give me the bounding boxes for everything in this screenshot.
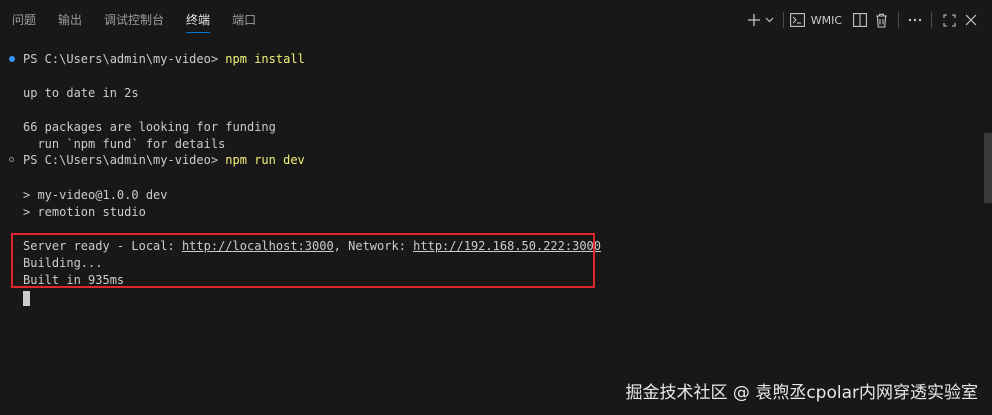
terminal-output[interactable]: PS C:\Users\admin\my-video> npm install … [0,44,992,415]
terminal-icon[interactable] [790,9,806,31]
panel-tabs: 问题 输出 调试控制台 终端 端口 [12,0,278,40]
terminal-line: Building... [23,256,103,270]
chevron-down-icon[interactable] [763,9,777,31]
more-icon[interactable] [905,9,925,31]
command-text: npm run dev [225,153,305,167]
tab-problems[interactable]: 问题 [12,0,36,40]
terminal-line: Server ready - Local: http://localhost:3… [23,238,601,255]
maximize-icon[interactable] [938,9,960,31]
terminal-cursor [23,291,30,306]
divider [931,12,932,28]
divider [782,12,784,28]
panel-actions: WMIC [745,0,982,40]
terminal-line: Built in 935ms [23,273,125,287]
terminal-line: run `npm fund` for details [23,137,226,151]
prompt: PS C:\Users\admin\my-video> [23,52,226,66]
close-icon[interactable] [960,9,982,31]
scrollbar[interactable] [978,44,992,415]
split-icon[interactable] [850,9,870,31]
trash-icon[interactable] [870,9,892,31]
plus-icon[interactable] [745,9,763,31]
command-running-icon[interactable] [9,157,14,162]
command-text: npm install [225,52,305,66]
terminal-line: up to date in 2s [23,86,139,100]
terminal-line: > remotion studio [23,205,146,219]
network-label: , Network: [333,239,414,253]
terminal-line: > my-video@1.0.0 dev [23,188,168,202]
server-ready-text: Server ready - Local: [23,239,182,253]
tab-debug-console[interactable]: 调试控制台 [104,0,164,40]
local-url-link[interactable]: http://localhost:3000 [182,239,334,253]
scrollbar-thumb[interactable] [984,133,992,203]
tab-terminal[interactable]: 终端 [186,0,211,40]
tab-ports[interactable]: 端口 [232,0,256,40]
tab-output[interactable]: 输出 [58,0,82,40]
network-url-link[interactable]: http://192.168.50.222:3000 [413,239,601,253]
panel-header: 问题 输出 调试控制台 终端 端口 WMIC [0,0,992,40]
shell-name[interactable]: WMIC [811,14,842,27]
watermark: 掘金技术社区 @ 袁煦丞cpolar内网穿透实验室 [625,383,978,403]
terminal-line: 66 packages are looking for funding [23,120,276,134]
terminal-line: PS C:\Users\admin\my-video> npm run dev [23,152,305,169]
terminal-line: PS C:\Users\admin\my-video> npm install [23,51,305,68]
command-success-icon[interactable] [9,56,15,62]
divider [898,12,899,28]
prompt: PS C:\Users\admin\my-video> [23,153,226,167]
